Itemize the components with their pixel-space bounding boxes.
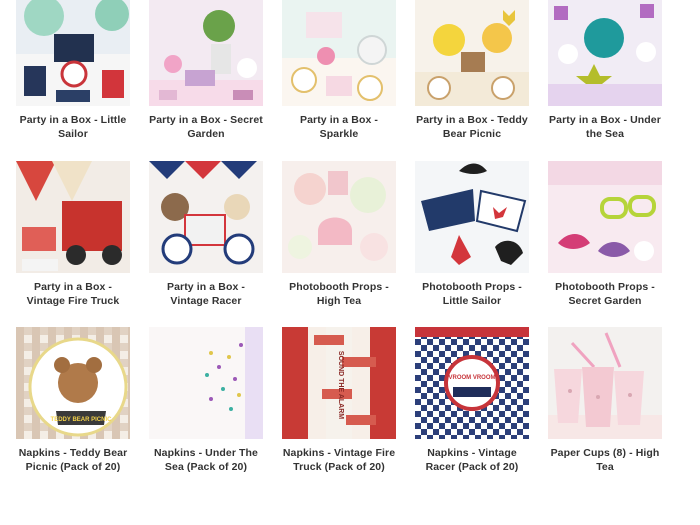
product-title[interactable]: Napkins - Under The Sea (Pack of 20) (149, 446, 263, 474)
product-card[interactable]: Napkins - Under The Sea (Pack of 20) (149, 327, 263, 474)
product-image-teddy-bear-picnic-napkins[interactable]: TEDDY BEAR PICNIC (16, 327, 130, 439)
napkin-print-text: TEDDY BEAR PICNIC (51, 417, 113, 423)
product-image-little-sailor-party-box[interactable] (16, 0, 130, 106)
product-card[interactable]: Photobooth Props - Little Sailor (415, 161, 529, 308)
napkin-print-text: SOUND THE ALARM (337, 351, 344, 419)
product-card[interactable]: Party in a Box - Under the Sea (548, 0, 662, 141)
product-image-vintage-racer-napkins[interactable]: VROOM VROOM (415, 327, 529, 439)
product-title[interactable]: Party in a Box - Teddy Bear Picnic (415, 113, 529, 141)
product-image-vintage-racer-party-box[interactable] (149, 161, 263, 273)
product-card[interactable]: Party in a Box - Teddy Bear Picnic (415, 0, 529, 141)
product-card[interactable]: Party in a Box - Vintage Fire Truck (16, 161, 130, 308)
product-title[interactable]: Party in a Box - Sparkle (282, 113, 396, 141)
product-image-under-the-sea-party-box[interactable] (548, 0, 662, 106)
product-image-secret-garden-party-box[interactable] (149, 0, 263, 106)
product-card[interactable]: Photobooth Props - High Tea (282, 161, 396, 308)
product-title[interactable]: Party in a Box - Vintage Fire Truck (16, 280, 130, 308)
product-title[interactable]: Party in a Box - Vintage Racer (149, 280, 263, 308)
product-card[interactable]: TEDDY BEAR PICNIC Napkins - Teddy Bear P… (16, 327, 130, 474)
product-card[interactable]: SOUND THE ALARM Napkins - Vintage Fire T… (282, 327, 396, 474)
product-card[interactable]: Photobooth Props - Secret Garden (548, 161, 662, 308)
product-image-teddy-bear-picnic-party-box[interactable] (415, 0, 529, 106)
product-image-vintage-fire-truck-party-box[interactable] (16, 161, 130, 273)
product-title[interactable]: Paper Cups (8) - High Tea (548, 446, 662, 474)
product-title[interactable]: Photobooth Props - Little Sailor (415, 280, 529, 308)
product-image-high-tea-photobooth-props[interactable] (282, 161, 396, 273)
product-title[interactable]: Party in a Box - Little Sailor (16, 113, 130, 141)
product-image-high-tea-paper-cups[interactable] (548, 327, 662, 439)
product-title[interactable]: Napkins - Teddy Bear Picnic (Pack of 20) (16, 446, 130, 474)
product-image-under-the-sea-napkins[interactable] (149, 327, 263, 439)
product-title[interactable]: Party in a Box - Under the Sea (548, 113, 662, 141)
product-image-secret-garden-photobooth-props[interactable] (548, 161, 662, 273)
napkin-print-text: VROOM VROOM (448, 375, 495, 381)
product-card[interactable]: Paper Cups (8) - High Tea (548, 327, 662, 474)
product-title[interactable]: Napkins - Vintage Fire Truck (Pack of 20… (282, 446, 396, 474)
product-image-sparkle-party-box[interactable] (282, 0, 396, 106)
product-title[interactable]: Napkins - Vintage Racer (Pack of 20) (415, 446, 529, 474)
product-card[interactable]: Party in a Box - Little Sailor (16, 0, 130, 141)
product-image-little-sailor-photobooth-props[interactable] (415, 161, 529, 273)
product-title[interactable]: Party in a Box - Secret Garden (149, 113, 263, 141)
product-title[interactable]: Photobooth Props - High Tea (282, 280, 396, 308)
product-grid: Party in a Box - Little Sailor Party in … (0, 0, 700, 525)
product-title[interactable]: Photobooth Props - Secret Garden (548, 280, 662, 308)
product-card[interactable]: VROOM VROOM Napkins - Vintage Racer (Pac… (415, 327, 529, 474)
product-image-vintage-fire-truck-napkins[interactable]: SOUND THE ALARM (282, 327, 396, 439)
product-card[interactable]: Party in a Box - Vintage Racer (149, 161, 263, 308)
product-card[interactable]: Party in a Box - Sparkle (282, 0, 396, 141)
product-card[interactable]: Party in a Box - Secret Garden (149, 0, 263, 141)
